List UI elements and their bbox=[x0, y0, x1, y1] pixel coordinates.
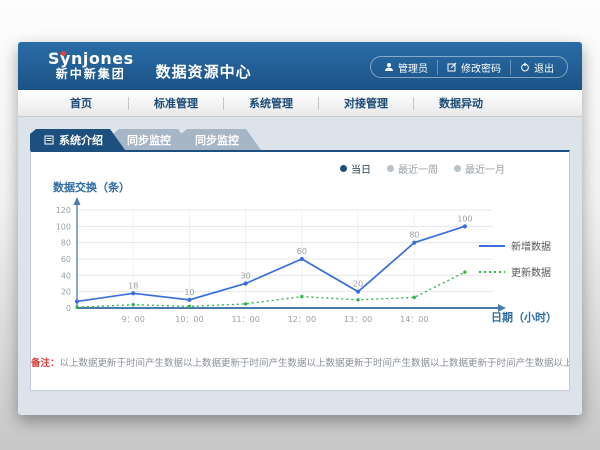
footnote-label: 备注： bbox=[31, 358, 60, 369]
tab-label: 系统介绍 bbox=[59, 132, 103, 148]
radio-dot-icon bbox=[340, 165, 347, 172]
legend-line-sample bbox=[479, 269, 505, 275]
data-point bbox=[300, 295, 303, 298]
doc-icon bbox=[44, 135, 54, 145]
data-point-label: 100 bbox=[457, 214, 472, 223]
user-icon bbox=[384, 62, 394, 72]
data-point bbox=[75, 299, 79, 303]
data-point bbox=[300, 257, 304, 261]
legend-item-new-data: 新增数据 bbox=[479, 238, 551, 253]
x-tick-label: 12：00 bbox=[288, 315, 316, 324]
radio-dot-icon bbox=[387, 165, 394, 172]
data-point bbox=[244, 302, 247, 305]
data-point bbox=[356, 290, 360, 294]
nav-item-standard-mgmt[interactable]: 标准管理 bbox=[129, 97, 224, 110]
data-point bbox=[463, 224, 467, 228]
data-point-label: 20 bbox=[353, 280, 363, 289]
data-point-label: 10 bbox=[184, 288, 194, 297]
y-tick-label: 100 bbox=[56, 222, 71, 231]
y-tick-label: 60 bbox=[61, 255, 71, 264]
tab-bar: 系统介绍 同步监控 同步监控 bbox=[30, 129, 570, 150]
tab-label: 同步监控 bbox=[195, 132, 239, 148]
legend-line-sample bbox=[479, 243, 505, 249]
data-point bbox=[463, 270, 466, 273]
data-point bbox=[131, 291, 135, 295]
app-window: Synjones 新中新集团 数据资源中心 管理员修改密码退出 首页标准管理系统… bbox=[18, 42, 582, 415]
chart-x-axis-title: 日期（小时） bbox=[491, 309, 557, 325]
data-point bbox=[356, 298, 359, 301]
x-tick-label: 14：00 bbox=[400, 315, 428, 324]
nav-item-home[interactable]: 首页 bbox=[34, 97, 129, 110]
header: Synjones 新中新集团 数据资源中心 管理员 修改密码 退出 bbox=[18, 42, 582, 90]
logo: Synjones 新中新集团 bbox=[48, 50, 134, 82]
app-title: 数据资源中心 bbox=[156, 51, 252, 82]
y-tick-label: 20 bbox=[61, 288, 71, 297]
content-panel: 当日 最近一周 最近一月 数据交换（条） 0 20 40 60 80 100 120 9：00 10… bbox=[30, 150, 570, 391]
y-tick-label: 80 bbox=[61, 239, 71, 248]
data-point bbox=[412, 241, 416, 245]
x-tick-label: 11：00 bbox=[231, 315, 259, 324]
line-chart: 0 20 40 60 80 100 120 9：00 10：00 11：00 12：00 13：00 1… bbox=[43, 196, 515, 326]
legend-item-update-data: 更新数据 bbox=[479, 264, 551, 279]
chart-y-axis-title: 数据交换（条） bbox=[53, 179, 130, 195]
x-tick-label: 9：00 bbox=[122, 315, 145, 324]
data-point-label: 18 bbox=[128, 281, 138, 290]
user-menu-logout[interactable]: 退出 bbox=[511, 60, 563, 75]
y-tick-label: 40 bbox=[61, 271, 71, 280]
data-point-label: 60 bbox=[297, 247, 307, 256]
user-menu-label: 修改密码 bbox=[461, 60, 501, 75]
edit-icon bbox=[447, 62, 457, 72]
radio-label: 当日 bbox=[351, 161, 371, 176]
tab-sync-monitor-2[interactable]: 同步监控 bbox=[181, 129, 261, 150]
user-menu-label: 管理员 bbox=[398, 60, 428, 75]
user-menu-label: 退出 bbox=[534, 60, 554, 75]
data-point-label: 30 bbox=[241, 272, 251, 281]
tab-sync-monitor-1[interactable]: 同步监控 bbox=[113, 129, 193, 150]
navbar: 首页标准管理系统管理对接管理数据异动 bbox=[18, 90, 582, 117]
chart-legend: 新增数据更新数据 bbox=[479, 238, 551, 279]
radio-label: 最近一周 bbox=[398, 161, 438, 176]
user-menu: 管理员 修改密码 退出 bbox=[370, 56, 568, 78]
time-filter-option-2[interactable]: 最近一月 bbox=[454, 161, 505, 176]
time-filter-option-0[interactable]: 当日 bbox=[340, 161, 371, 176]
y-tick-label: 120 bbox=[56, 206, 71, 215]
data-point bbox=[244, 281, 248, 285]
y-axis-arrow-icon bbox=[74, 197, 81, 205]
chart-grid: 0 20 40 60 80 100 120 9：00 10：00 11：00 12：00 13：00 1… bbox=[56, 206, 493, 324]
x-tick-label: 10：00 bbox=[175, 315, 203, 324]
user-menu-user[interactable]: 管理员 bbox=[375, 60, 438, 75]
legend-label: 新增数据 bbox=[511, 238, 551, 253]
nav-item-data-change[interactable]: 数据异动 bbox=[414, 97, 508, 110]
radio-label: 最近一月 bbox=[465, 161, 505, 176]
time-filter: 当日 最近一周 最近一月 bbox=[340, 161, 505, 176]
tab-label: 同步监控 bbox=[127, 132, 171, 148]
radio-dot-icon bbox=[454, 165, 461, 172]
y-tick-label: 0 bbox=[66, 304, 71, 313]
nav-item-interface-mgmt[interactable]: 对接管理 bbox=[319, 97, 414, 110]
logo-subtext: 新中新集团 bbox=[48, 68, 134, 82]
power-icon bbox=[520, 62, 530, 72]
content-area: 系统介绍 同步监控 同步监控 当日 最近一周 最近一月 数据交换（条） 0 20 40 60 8… bbox=[18, 117, 582, 391]
data-point bbox=[75, 305, 78, 308]
nav-item-system-mgmt[interactable]: 系统管理 bbox=[224, 97, 319, 110]
legend-label: 更新数据 bbox=[511, 264, 551, 279]
tab-system-intro[interactable]: 系统介绍 bbox=[30, 129, 125, 150]
time-filter-option-1[interactable]: 最近一周 bbox=[387, 161, 438, 176]
x-tick-label: 13：00 bbox=[344, 315, 372, 324]
user-menu-change-password[interactable]: 修改密码 bbox=[438, 60, 511, 75]
data-point bbox=[413, 296, 416, 299]
footnote: 备注：以上数据更新于时间产生数据以上数据更新于时间产生数据以上数据更新于时间产生… bbox=[31, 355, 569, 369]
data-point bbox=[188, 305, 191, 308]
data-point bbox=[132, 303, 135, 306]
footnote-text: 以上数据更新于时间产生数据以上数据更新于时间产生数据以上数据更新于时间产生数据以… bbox=[60, 358, 569, 369]
data-point bbox=[187, 298, 191, 302]
data-point-label: 80 bbox=[409, 231, 419, 240]
